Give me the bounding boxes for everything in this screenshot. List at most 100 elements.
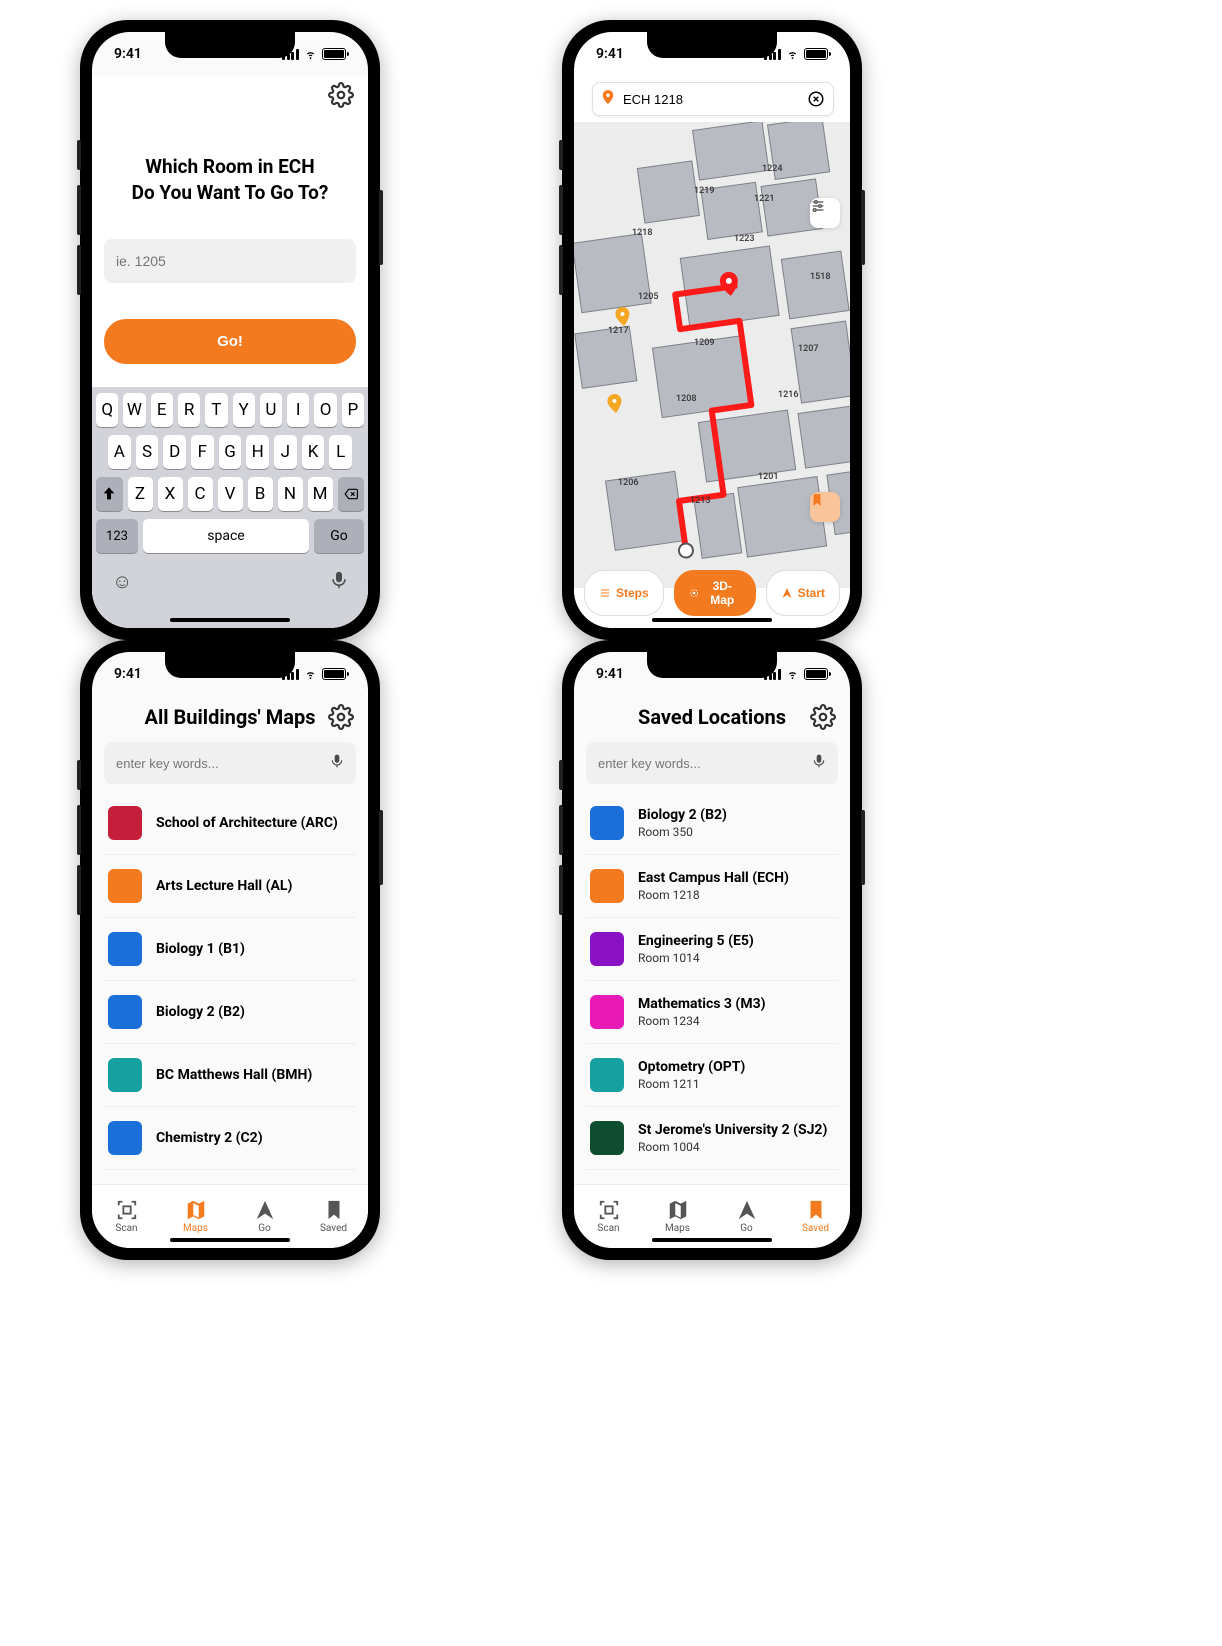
key-z[interactable]: Z — [128, 477, 153, 511]
key-space[interactable]: space — [143, 519, 309, 553]
home-indicator[interactable] — [170, 618, 290, 622]
key-o[interactable]: O — [314, 393, 336, 427]
list-item[interactable]: East Campus Hall (ECH) Room 1218 — [586, 855, 838, 918]
mic-icon[interactable] — [330, 569, 348, 596]
item-subtitle: Room 1234 — [638, 1014, 766, 1028]
key-b[interactable]: B — [248, 477, 273, 511]
home-indicator[interactable] — [652, 1238, 772, 1242]
key-q[interactable]: Q — [96, 393, 118, 427]
item-subtitle: Room 1218 — [638, 888, 789, 902]
search-input[interactable] — [598, 756, 802, 771]
3d-map-button[interactable]: 3D-Map — [674, 570, 756, 616]
filters-button[interactable] — [810, 198, 840, 228]
steps-button[interactable]: Steps — [584, 570, 664, 616]
key-i[interactable]: I — [287, 393, 309, 427]
page-title: Saved Locations — [614, 705, 810, 729]
mic-icon[interactable] — [330, 752, 344, 774]
key-go[interactable]: Go — [314, 519, 364, 553]
list-item[interactable]: St Jerome's University 2 (SJ2) Room 1004 — [586, 1107, 838, 1170]
go-button[interactable]: Go! — [104, 319, 356, 364]
tab-scan[interactable]: Scan — [92, 1185, 161, 1248]
key-x[interactable]: X — [158, 477, 183, 511]
settings-icon[interactable] — [810, 704, 836, 730]
search-bar[interactable] — [104, 742, 356, 784]
room-label: 1208 — [676, 394, 696, 404]
room-label: 1205 — [638, 292, 658, 302]
list-item[interactable]: Optometry (OPT) Room 1211 — [586, 1044, 838, 1107]
battery-icon — [804, 48, 828, 60]
map-canvas[interactable]: 1224 1222 1221 1219 1218 1223 1518 1205 … — [574, 122, 850, 588]
phone-mock-all-buildings: 9:41 All Buildings' Maps School of Archi… — [80, 640, 380, 1260]
battery-icon — [322, 668, 346, 680]
key-v[interactable]: V — [218, 477, 243, 511]
room-label: 1223 — [734, 234, 754, 244]
search-field[interactable] — [592, 82, 834, 116]
key-g[interactable]: G — [219, 435, 242, 469]
tab-scan[interactable]: Scan — [574, 1185, 643, 1248]
list-item[interactable]: BC Matthews Hall (BMH) — [104, 1044, 356, 1107]
room-input[interactable] — [104, 239, 356, 283]
key-u[interactable]: U — [260, 393, 282, 427]
color-swatch — [108, 932, 142, 966]
color-swatch — [590, 1121, 624, 1155]
page-title: All Buildings' Maps — [132, 705, 328, 729]
key-backspace[interactable] — [338, 477, 365, 511]
mic-icon[interactable] — [812, 752, 826, 774]
key-e[interactable]: E — [151, 393, 173, 427]
list-item[interactable]: Chemistry 2 (C2) — [104, 1107, 356, 1170]
room-label: 1209 — [694, 338, 714, 348]
bookmark-button[interactable] — [810, 492, 840, 522]
emoji-icon[interactable]: ☺ — [112, 569, 132, 596]
battery-icon — [804, 668, 828, 680]
key-c[interactable]: C — [188, 477, 213, 511]
keyboard: QWERTYUIOP ASDFGHJKL ZXCVBNM 123 space G… — [92, 387, 368, 628]
wifi-icon — [303, 669, 318, 680]
list-item[interactable]: Mathematics 3 (M3) Room 1234 — [586, 981, 838, 1044]
search-input[interactable] — [623, 92, 799, 107]
list-item[interactable]: Biology 1 (B1) — [104, 918, 356, 981]
key-y[interactable]: Y — [233, 393, 255, 427]
start-button[interactable]: Start — [766, 570, 840, 616]
status-time: 9:41 — [596, 666, 624, 682]
key-a[interactable]: A — [108, 435, 131, 469]
key-m[interactable]: M — [308, 477, 333, 511]
key-j[interactable]: J — [274, 435, 297, 469]
settings-icon[interactable] — [328, 82, 354, 108]
key-shift[interactable] — [96, 477, 123, 511]
list-item[interactable]: School of Architecture (ARC) — [104, 792, 356, 855]
list-item[interactable]: Biology 2 (B2) — [104, 981, 356, 1044]
wifi-icon — [303, 49, 318, 60]
item-title: Biology 2 (B2) — [638, 807, 727, 823]
room-label: 1224 — [762, 164, 782, 174]
settings-icon[interactable] — [328, 704, 354, 730]
search-bar[interactable] — [586, 742, 838, 784]
key-d[interactable]: D — [163, 435, 186, 469]
item-title: Biology 1 (B1) — [156, 941, 245, 957]
key-h[interactable]: H — [246, 435, 269, 469]
color-swatch — [108, 869, 142, 903]
pin-icon — [601, 89, 615, 109]
key-s[interactable]: S — [136, 435, 159, 469]
item-title: St Jerome's University 2 (SJ2) — [638, 1122, 827, 1138]
key-p[interactable]: P — [342, 393, 364, 427]
key-f[interactable]: F — [191, 435, 214, 469]
clear-icon[interactable] — [807, 90, 825, 108]
room-label: 1201 — [758, 472, 778, 482]
tab-saved[interactable]: Saved — [781, 1185, 850, 1248]
tab-saved[interactable]: Saved — [299, 1185, 368, 1248]
search-input[interactable] — [116, 756, 320, 771]
key-w[interactable]: W — [123, 393, 145, 427]
key-l[interactable]: L — [329, 435, 352, 469]
home-indicator[interactable] — [652, 618, 772, 622]
phone-mock-saved-locations: 9:41 Saved Locations Biology 2 (B2) Room… — [562, 640, 862, 1260]
key-r[interactable]: R — [178, 393, 200, 427]
room-label: 1207 — [798, 344, 818, 354]
key-t[interactable]: T — [205, 393, 227, 427]
key-123[interactable]: 123 — [96, 519, 138, 553]
home-indicator[interactable] — [170, 1238, 290, 1242]
list-item[interactable]: Arts Lecture Hall (AL) — [104, 855, 356, 918]
key-n[interactable]: N — [278, 477, 303, 511]
list-item[interactable]: Engineering 5 (E5) Room 1014 — [586, 918, 838, 981]
list-item[interactable]: Biology 2 (B2) Room 350 — [586, 792, 838, 855]
key-k[interactable]: K — [302, 435, 325, 469]
